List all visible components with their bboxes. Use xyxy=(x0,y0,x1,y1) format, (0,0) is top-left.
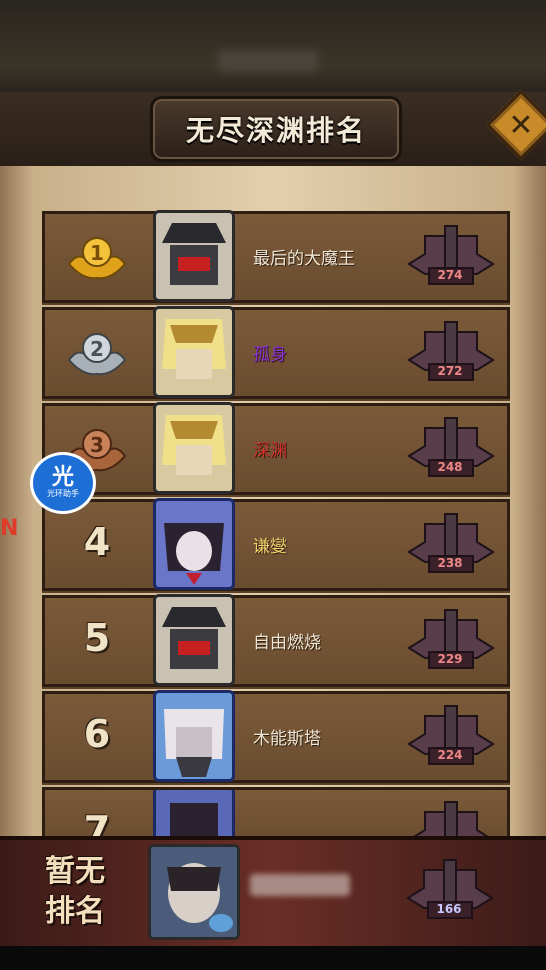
side-edge-letter: N xyxy=(0,516,19,541)
my-rank-label-line1: 暂无 xyxy=(45,854,105,889)
my-name-blurred xyxy=(250,874,350,896)
gold-medal-icon: 1 xyxy=(67,237,127,280)
rank-row-7[interactable]: 7 xyxy=(42,787,510,843)
score-value: 238 xyxy=(437,556,463,570)
page-title: 无尽深渊排名 xyxy=(185,114,366,147)
score-value: 229 xyxy=(437,652,463,666)
player-name: 木能斯塔 xyxy=(253,729,321,749)
blurred-banner xyxy=(218,50,318,72)
silver-medal-icon: 2 xyxy=(67,333,127,376)
rank-row-1[interactable]: 1 最后的大魔王 274 xyxy=(42,210,510,303)
player-avatar[interactable] xyxy=(153,690,235,782)
title-plaque: 无尽深渊排名 xyxy=(150,96,402,162)
player-avatar[interactable] xyxy=(153,306,235,398)
player-avatar[interactable] xyxy=(153,594,235,686)
rank-number: 4 xyxy=(83,520,111,564)
player-avatar[interactable] xyxy=(153,210,235,302)
player-avatar[interactable] xyxy=(153,790,235,840)
helper-icon: 光 xyxy=(51,465,74,490)
helper-floating-button[interactable]: 光 光环助手 xyxy=(30,452,96,514)
my-score-value: 166 xyxy=(436,902,462,916)
my-rank-label: 暂无 排名 xyxy=(30,852,120,932)
score-value: 274 xyxy=(437,268,463,282)
rank-number: 6 xyxy=(83,712,111,756)
rank-row-2[interactable]: 2 孤身 272 xyxy=(42,306,510,399)
rank-row-5[interactable]: 5 自由燃烧 229 xyxy=(42,594,510,687)
my-avatar[interactable] xyxy=(148,844,240,940)
score-value: 224 xyxy=(437,748,463,762)
medal-rank-text: 3 xyxy=(90,433,104,457)
player-name: 自由燃烧 xyxy=(253,633,321,653)
player-name: 深渊 xyxy=(253,441,287,461)
rank-row-3[interactable]: 3 深渊 248 xyxy=(42,402,510,495)
rank-row-4[interactable]: 4 谦燮 238 xyxy=(42,498,510,591)
player-avatar[interactable] xyxy=(153,402,235,494)
score-value: 248 xyxy=(437,460,463,474)
player-avatar[interactable] xyxy=(153,498,235,590)
my-rank-label-line2: 排名 xyxy=(45,894,105,929)
score-value: 272 xyxy=(437,364,463,378)
close-icon: ✕ xyxy=(508,107,534,143)
player-name: 谦燮 xyxy=(253,537,287,557)
rank-number: 5 xyxy=(83,616,111,660)
helper-label: 光环助手 xyxy=(47,489,79,498)
my-rank-bar: 暂无 排名 166 xyxy=(0,836,546,954)
player-name: 最后的大魔王 xyxy=(253,249,355,269)
medal-rank-text: 1 xyxy=(90,241,104,265)
player-name: 孤身 xyxy=(253,345,287,365)
medal-rank-text: 2 xyxy=(90,337,104,361)
bottom-strip xyxy=(0,946,546,970)
rank-row-6[interactable]: 6 木能斯塔 224 xyxy=(42,690,510,783)
